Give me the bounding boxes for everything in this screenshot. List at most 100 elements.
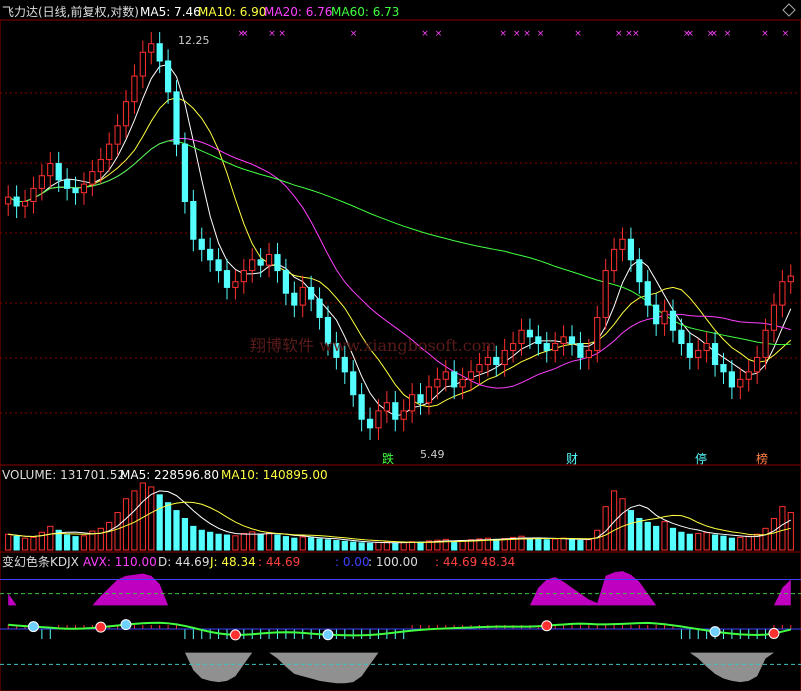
volume-bar (181, 517, 189, 551)
x-marker: × (574, 29, 582, 39)
volume-bar (669, 527, 677, 551)
candle-body (299, 286, 306, 306)
volume-ma5-label: MA5: 228596.80 (120, 468, 219, 482)
candle-body (711, 343, 719, 366)
candle-body (770, 304, 778, 331)
candle-body (265, 254, 273, 266)
volume-bar (568, 538, 576, 551)
volume-bar (577, 540, 584, 551)
candle-body (5, 196, 12, 205)
volume-ma10-label: MA10: 140895.00 (221, 468, 328, 482)
candle-body (316, 298, 323, 318)
kdj-panel[interactable] (0, 551, 801, 691)
volume-bar (13, 535, 20, 551)
candle-body (501, 349, 508, 366)
candle-body (543, 343, 550, 351)
volume-bar (678, 531, 685, 551)
candle-body (358, 394, 365, 420)
volume-bar (526, 537, 534, 551)
high-price-label: 12.25 (178, 34, 210, 47)
ma20-label: MA20: 6.76 (264, 5, 332, 19)
ma60-label: MA60: 6.73 (331, 5, 399, 19)
candle-body (207, 248, 214, 261)
volume-bar (106, 521, 113, 551)
candle-body (467, 371, 475, 380)
candle-body (787, 275, 794, 283)
candle-body (383, 402, 390, 412)
candle-body (644, 281, 651, 306)
volume-bar (745, 535, 752, 551)
volume-bar (232, 535, 239, 551)
candle-body (181, 143, 189, 203)
kdj-signal-ball (27, 621, 39, 633)
volume-bar (686, 533, 693, 551)
candle-body (678, 329, 685, 345)
candle-body (308, 286, 315, 300)
candle-body (493, 356, 500, 366)
x-marker: × (513, 29, 521, 39)
candle-body (257, 259, 264, 266)
volume-bar (543, 539, 550, 551)
volume-header: VOLUME: 131701.52 MA5: 228596.80 MA10: 1… (2, 468, 328, 482)
candle-body (602, 270, 609, 318)
candle-body (535, 336, 542, 345)
kdj-d-label: D: 44.69 (158, 555, 209, 569)
x-marker: × (710, 29, 718, 39)
volume-bar (341, 540, 348, 551)
candle-body (552, 343, 559, 351)
diamond-icon (782, 3, 796, 17)
candle-body (232, 281, 239, 288)
volume-bar (560, 537, 567, 551)
x-marker: × (537, 29, 545, 39)
candle-body (409, 394, 416, 412)
candle-body (442, 371, 449, 380)
candle-body (686, 343, 693, 358)
volume-bar (173, 510, 180, 551)
volume-bar (392, 542, 399, 551)
volume-bar (257, 533, 264, 551)
candle-body (762, 329, 769, 358)
x-marker: × (278, 29, 286, 39)
candle-body (737, 378, 744, 388)
candle-body (240, 270, 247, 283)
volume-bar (375, 542, 382, 551)
marker-bang: 榜 (756, 451, 768, 466)
stock-chart-canvas[interactable]: ×× × × × × × × × × × × × × × ×× ×× × × × 飞力达(日线,前复权,对数) MA… (0, 0, 801, 691)
candle-body (417, 394, 424, 404)
kdj-signal-ball (229, 629, 241, 641)
candle-body (223, 270, 231, 288)
candle-body (249, 259, 256, 272)
volume-bar (316, 538, 323, 551)
candle-body (610, 248, 618, 272)
x-marker: × (686, 29, 694, 39)
kdj-value-5: : 48.34 (473, 555, 515, 569)
volume-bar (265, 532, 273, 551)
collapse-button[interactable] (782, 3, 796, 17)
candle-body (627, 238, 635, 261)
x-marker: × (435, 29, 443, 39)
main-panel[interactable]: ×× × × × × × × × × × × × × × ×× ×× × × × (0, 19, 801, 466)
x-marker: × (615, 29, 623, 39)
volume-bar (552, 538, 559, 551)
candle-body (148, 43, 155, 53)
candle-body (720, 364, 727, 373)
volume-bar (779, 506, 786, 551)
x-marker: × (421, 29, 429, 39)
volume-bar (703, 532, 710, 551)
volume-bar (383, 541, 390, 551)
candle-body (728, 371, 735, 388)
volume-bar (636, 517, 643, 551)
candle-body (106, 143, 113, 161)
volume-bar (409, 541, 416, 551)
candle-body (164, 60, 172, 93)
volume-bar (215, 533, 222, 551)
x-marker: × (782, 29, 790, 39)
candle-body (619, 238, 626, 250)
kdj-value-1: : 44.69 (258, 555, 300, 569)
x-marker: × (350, 29, 358, 39)
candle-body (97, 159, 104, 173)
volume-bar (728, 537, 735, 551)
candle-body (594, 316, 601, 351)
candle-body (38, 175, 45, 189)
volume-bar (5, 533, 12, 551)
